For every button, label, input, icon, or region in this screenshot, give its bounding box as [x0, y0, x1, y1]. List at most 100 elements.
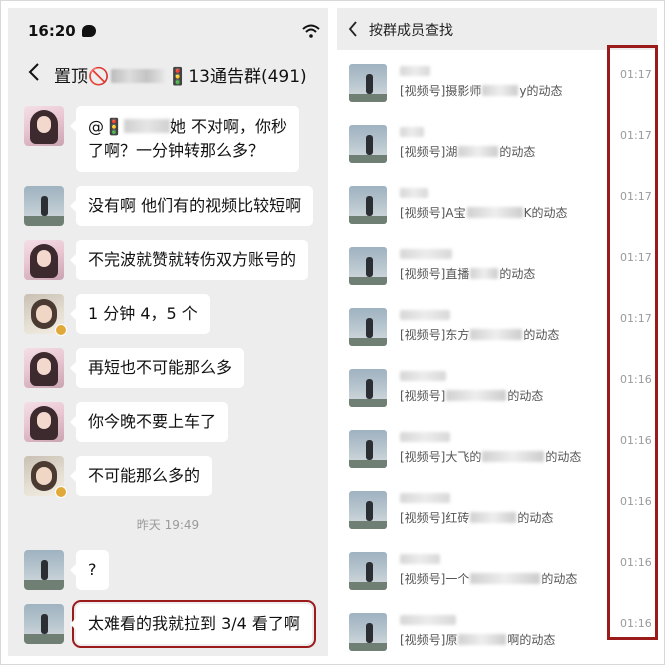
redacted-text — [458, 146, 499, 157]
avatar — [349, 125, 387, 163]
redacted-name — [111, 69, 166, 83]
verified-badge-icon — [55, 486, 67, 498]
redacted-name — [400, 554, 440, 564]
moment-text: [视频号]红砖 的动态 — [400, 509, 553, 526]
wifi-icon — [302, 24, 320, 38]
moment-suffix: 啊的动态 — [507, 633, 556, 647]
message-text: 太难看的我就拉到 3/4 看了啊 — [88, 614, 300, 633]
chat-title-prefix: 置顶🚫 — [54, 67, 110, 87]
avatar — [349, 186, 387, 224]
chat-title-suffix: 🚦13通告群(491) — [167, 67, 307, 87]
redacted-mention — [123, 119, 170, 133]
message-text: 没有啊 他们有的视频比较短啊 — [88, 196, 302, 215]
message-text: 再短也不可能那么多 — [88, 358, 233, 377]
message-text: 她 不对啊，你秒 — [169, 117, 288, 136]
verified-badge-icon — [55, 324, 67, 336]
status-time: 16:20 — [28, 22, 76, 40]
redacted-name — [400, 127, 424, 137]
moment-prefix: [视频号]大飞的 — [400, 450, 482, 464]
back-arrow-icon[interactable] — [347, 20, 359, 38]
moment-suffix: 的动态 — [523, 328, 560, 342]
back-arrow-icon[interactable] — [26, 62, 42, 82]
redacted-text — [482, 85, 519, 96]
moment-text: [视频号]一个 的动态 — [400, 570, 577, 587]
message-text: @🚦 — [88, 117, 124, 136]
moment-prefix: [视频号]A宝 — [400, 206, 466, 220]
message-status-icon — [82, 25, 96, 37]
moment-text: [视频号]摄影师 y的动态 — [400, 82, 562, 99]
redacted-name — [400, 310, 450, 320]
avatar[interactable] — [24, 106, 64, 146]
moment-suffix: 的动态 — [545, 450, 582, 464]
avatar[interactable] — [24, 240, 64, 280]
moment-prefix: [视频号] — [400, 389, 446, 403]
message-bubble[interactable]: @🚦 她 不对啊，你秒 了啊？一分钟转那么多？ — [69, 106, 300, 172]
message-bubble[interactable]: 你今晚不要上车了 — [69, 402, 229, 442]
redacted-text — [470, 512, 517, 523]
avatar — [349, 430, 387, 468]
message-bubble[interactable]: 没有啊 他们有的视频比较短啊 — [69, 186, 314, 226]
avatar — [349, 552, 387, 590]
avatar — [349, 369, 387, 407]
moment-text: [视频号]A宝 K的动态 — [400, 204, 567, 221]
message-bubble[interactable]: 不完波就赞就转伤双方账号的 — [69, 240, 309, 280]
moment-prefix: [视频号]直播 — [400, 267, 470, 281]
avatar[interactable] — [24, 402, 64, 442]
message-bubble[interactable]: ? — [70, 550, 109, 590]
timestamps-highlight-box — [607, 45, 658, 640]
moment-suffix: K的动态 — [523, 206, 568, 220]
moment-text: [视频号]大飞的 的动态 — [400, 448, 581, 465]
avatar[interactable] — [24, 186, 64, 226]
moment-suffix: 的动态 — [541, 572, 578, 586]
avatar[interactable] — [24, 348, 64, 388]
moment-text: [视频号]直播 的动态 — [400, 265, 535, 282]
message-bubble[interactable]: 不可能那么多的 — [69, 456, 213, 496]
moment-prefix: [视频号]红砖 — [400, 511, 470, 525]
redacted-text — [470, 573, 541, 584]
moment-prefix: [视频号]一个 — [400, 572, 470, 586]
message-text: 你今晚不要上车了 — [88, 412, 217, 431]
avatar — [349, 613, 387, 651]
status-bar: 16:20 — [8, 8, 328, 50]
moment-suffix: 的动态 — [499, 145, 536, 159]
moment-text: [视频号]湖 的动态 — [400, 143, 535, 160]
chat-title: 置顶🚫 🚦13通告群(491) — [54, 62, 307, 87]
moment-prefix: [视频号]东方 — [400, 328, 470, 342]
avatar — [349, 491, 387, 529]
message-bubble[interactable]: 再短也不可能那么多 — [69, 348, 245, 388]
avatar — [349, 308, 387, 346]
moment-suffix: 的动态 — [507, 389, 544, 403]
chat-timestamp: 昨天 19:49 — [136, 518, 200, 532]
avatar — [349, 247, 387, 285]
chat-panel: 16:20 置顶🚫 🚦13通告群(491) @🚦 她 不对啊，你秒 了啊？一分钟转那… — [8, 8, 328, 656]
redacted-text — [446, 390, 507, 401]
avatar — [349, 64, 387, 102]
message-bubble[interactable]: 1 分钟 4，5 个 — [70, 294, 210, 334]
moment-prefix: [视频号]摄影师 — [400, 84, 482, 98]
message-text: 不完波就赞就转伤双方账号的 — [88, 250, 297, 269]
chat-header: 置顶🚫 🚦13通告群(491) — [8, 54, 328, 94]
redacted-name — [400, 432, 450, 442]
highlighted-message-bubble[interactable]: 太难看的我就拉到 3/4 看了啊 — [70, 600, 316, 648]
message-text: 1 分钟 4，5 个 — [88, 304, 198, 323]
page-title: 按群成员查找 — [369, 23, 453, 39]
moment-prefix: [视频号]湖 — [400, 145, 458, 159]
moment-suffix: y的动态 — [519, 84, 563, 98]
avatar[interactable] — [24, 550, 64, 590]
message-text: 不可能那么多的 — [88, 466, 201, 485]
message-text: ? — [88, 560, 97, 579]
redacted-text — [466, 207, 523, 218]
moment-suffix: 的动态 — [499, 267, 536, 281]
moment-suffix: 的动态 — [517, 511, 554, 525]
message-text: 了啊？一分钟转那么多？ — [88, 141, 265, 160]
redacted-text — [458, 634, 507, 645]
redacted-name — [400, 493, 450, 503]
moment-prefix: [视频号]原 — [400, 633, 458, 647]
moment-text: [视频号] 的动态 — [400, 387, 543, 404]
redacted-name — [400, 249, 452, 259]
redacted-name — [400, 615, 456, 625]
redacted-text — [470, 268, 499, 279]
redacted-text — [470, 329, 523, 340]
avatar[interactable] — [24, 604, 64, 644]
search-header: 按群成员查找 — [337, 8, 657, 50]
